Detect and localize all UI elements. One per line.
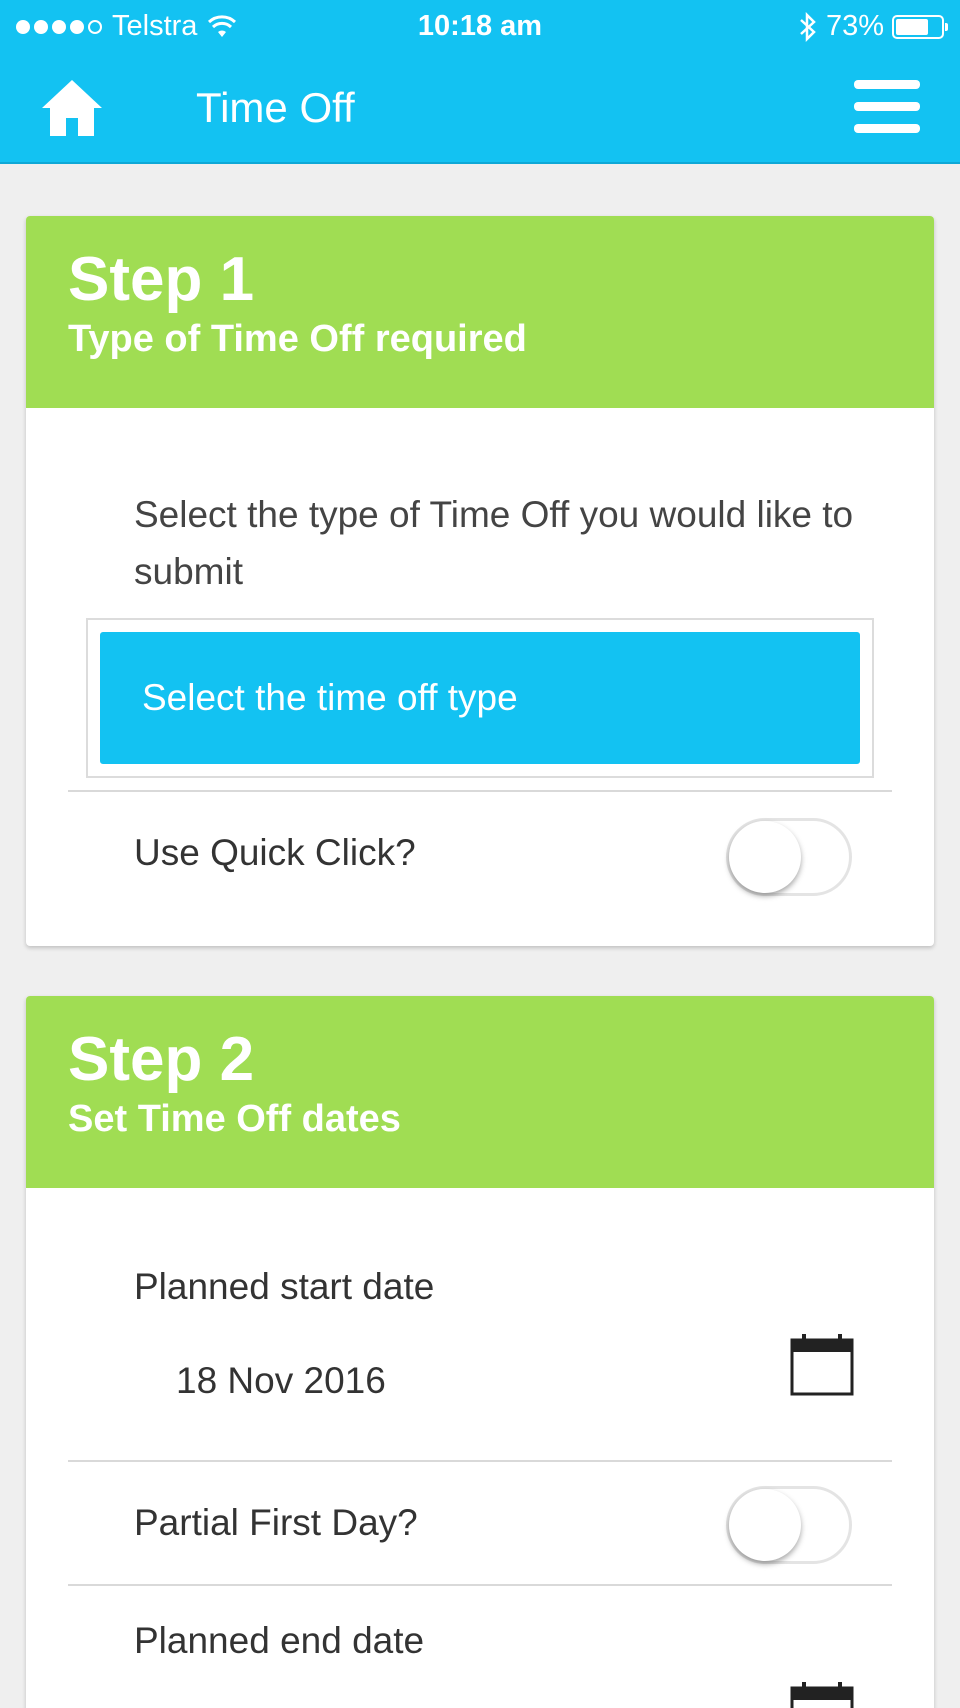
partial-first-day-toggle[interactable]: [726, 1486, 852, 1564]
start-date-label: Planned start date: [134, 1266, 435, 1307]
step1-title: Step 1: [68, 245, 255, 314]
time-off-type-select-button[interactable]: Select the time off type: [100, 632, 860, 764]
step1-body: Select the type of Time Off you would li…: [26, 408, 934, 920]
home-icon[interactable]: [40, 76, 104, 140]
bluetooth-icon: [800, 11, 816, 42]
step1-subtitle: Type of Time Off required: [68, 318, 527, 360]
end-date-label: Planned end date: [134, 1620, 425, 1661]
toggle-knob: [729, 821, 801, 893]
partial-first-day-row: Partial First Day?: [68, 1460, 892, 1584]
time-off-type-select-wrap: Select the time off type: [86, 618, 874, 778]
battery-icon: [892, 14, 948, 39]
calendar-icon[interactable]: [790, 1334, 854, 1396]
quick-click-row: Use Quick Click?: [68, 790, 892, 920]
step2-header: Step 2 Set Time Off dates: [26, 996, 934, 1188]
step2-body: Planned start date 18 Nov 2016 Partial F…: [26, 1188, 934, 1708]
calendar-icon[interactable]: [790, 1682, 854, 1708]
step2-title: Step 2: [68, 1025, 255, 1094]
status-bar: Telstra 10:18 am 73%: [0, 0, 960, 54]
step1-header: Step 1 Type of Time Off required: [26, 216, 934, 408]
end-date-block: Planned end date: [68, 1584, 892, 1708]
quick-click-toggle[interactable]: [726, 818, 852, 896]
page-title: Time Off: [196, 84, 355, 131]
step1-prompt: Select the type of Time Off you would li…: [134, 494, 854, 592]
start-date-block: Planned start date 18 Nov 2016: [68, 1188, 892, 1460]
partial-first-day-label: Partial First Day?: [134, 1502, 418, 1543]
step2-subtitle: Set Time Off dates: [68, 1098, 401, 1140]
status-right: 73%: [798, 10, 948, 43]
nav-bar: Time Off: [0, 54, 960, 164]
step1-card: Step 1 Type of Time Off required Select …: [26, 216, 934, 946]
quick-click-label: Use Quick Click?: [134, 832, 416, 873]
battery-percent: 73%: [825, 10, 884, 42]
start-date-value[interactable]: 18 Nov 2016: [176, 1360, 386, 1402]
toggle-knob: [729, 1489, 801, 1561]
battery-level: [896, 18, 929, 35]
hamburger-menu-icon[interactable]: [854, 80, 920, 136]
step2-card: Step 2 Set Time Off dates Planned start …: [26, 996, 934, 1708]
